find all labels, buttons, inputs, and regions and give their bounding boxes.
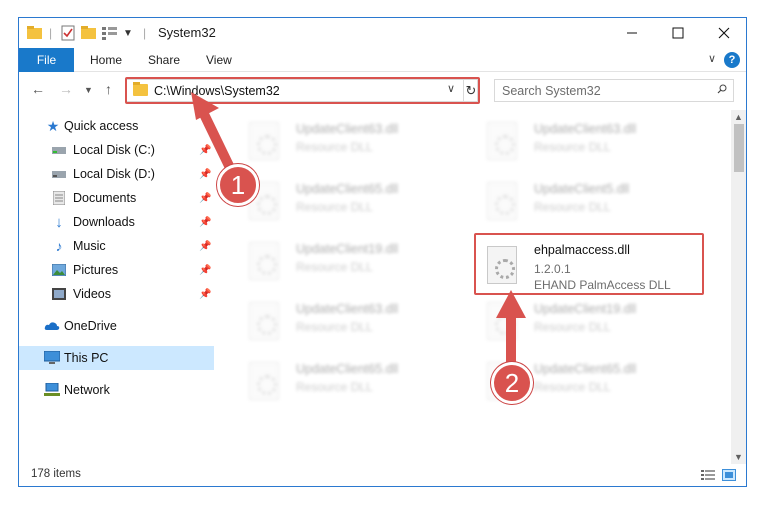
annotation-layer [191, 92, 526, 367]
arrow-1 [191, 92, 237, 177]
step-2-badge: 2 [491, 362, 533, 404]
arrow-2 [496, 290, 526, 367]
step-1-badge: 1 [217, 164, 259, 206]
